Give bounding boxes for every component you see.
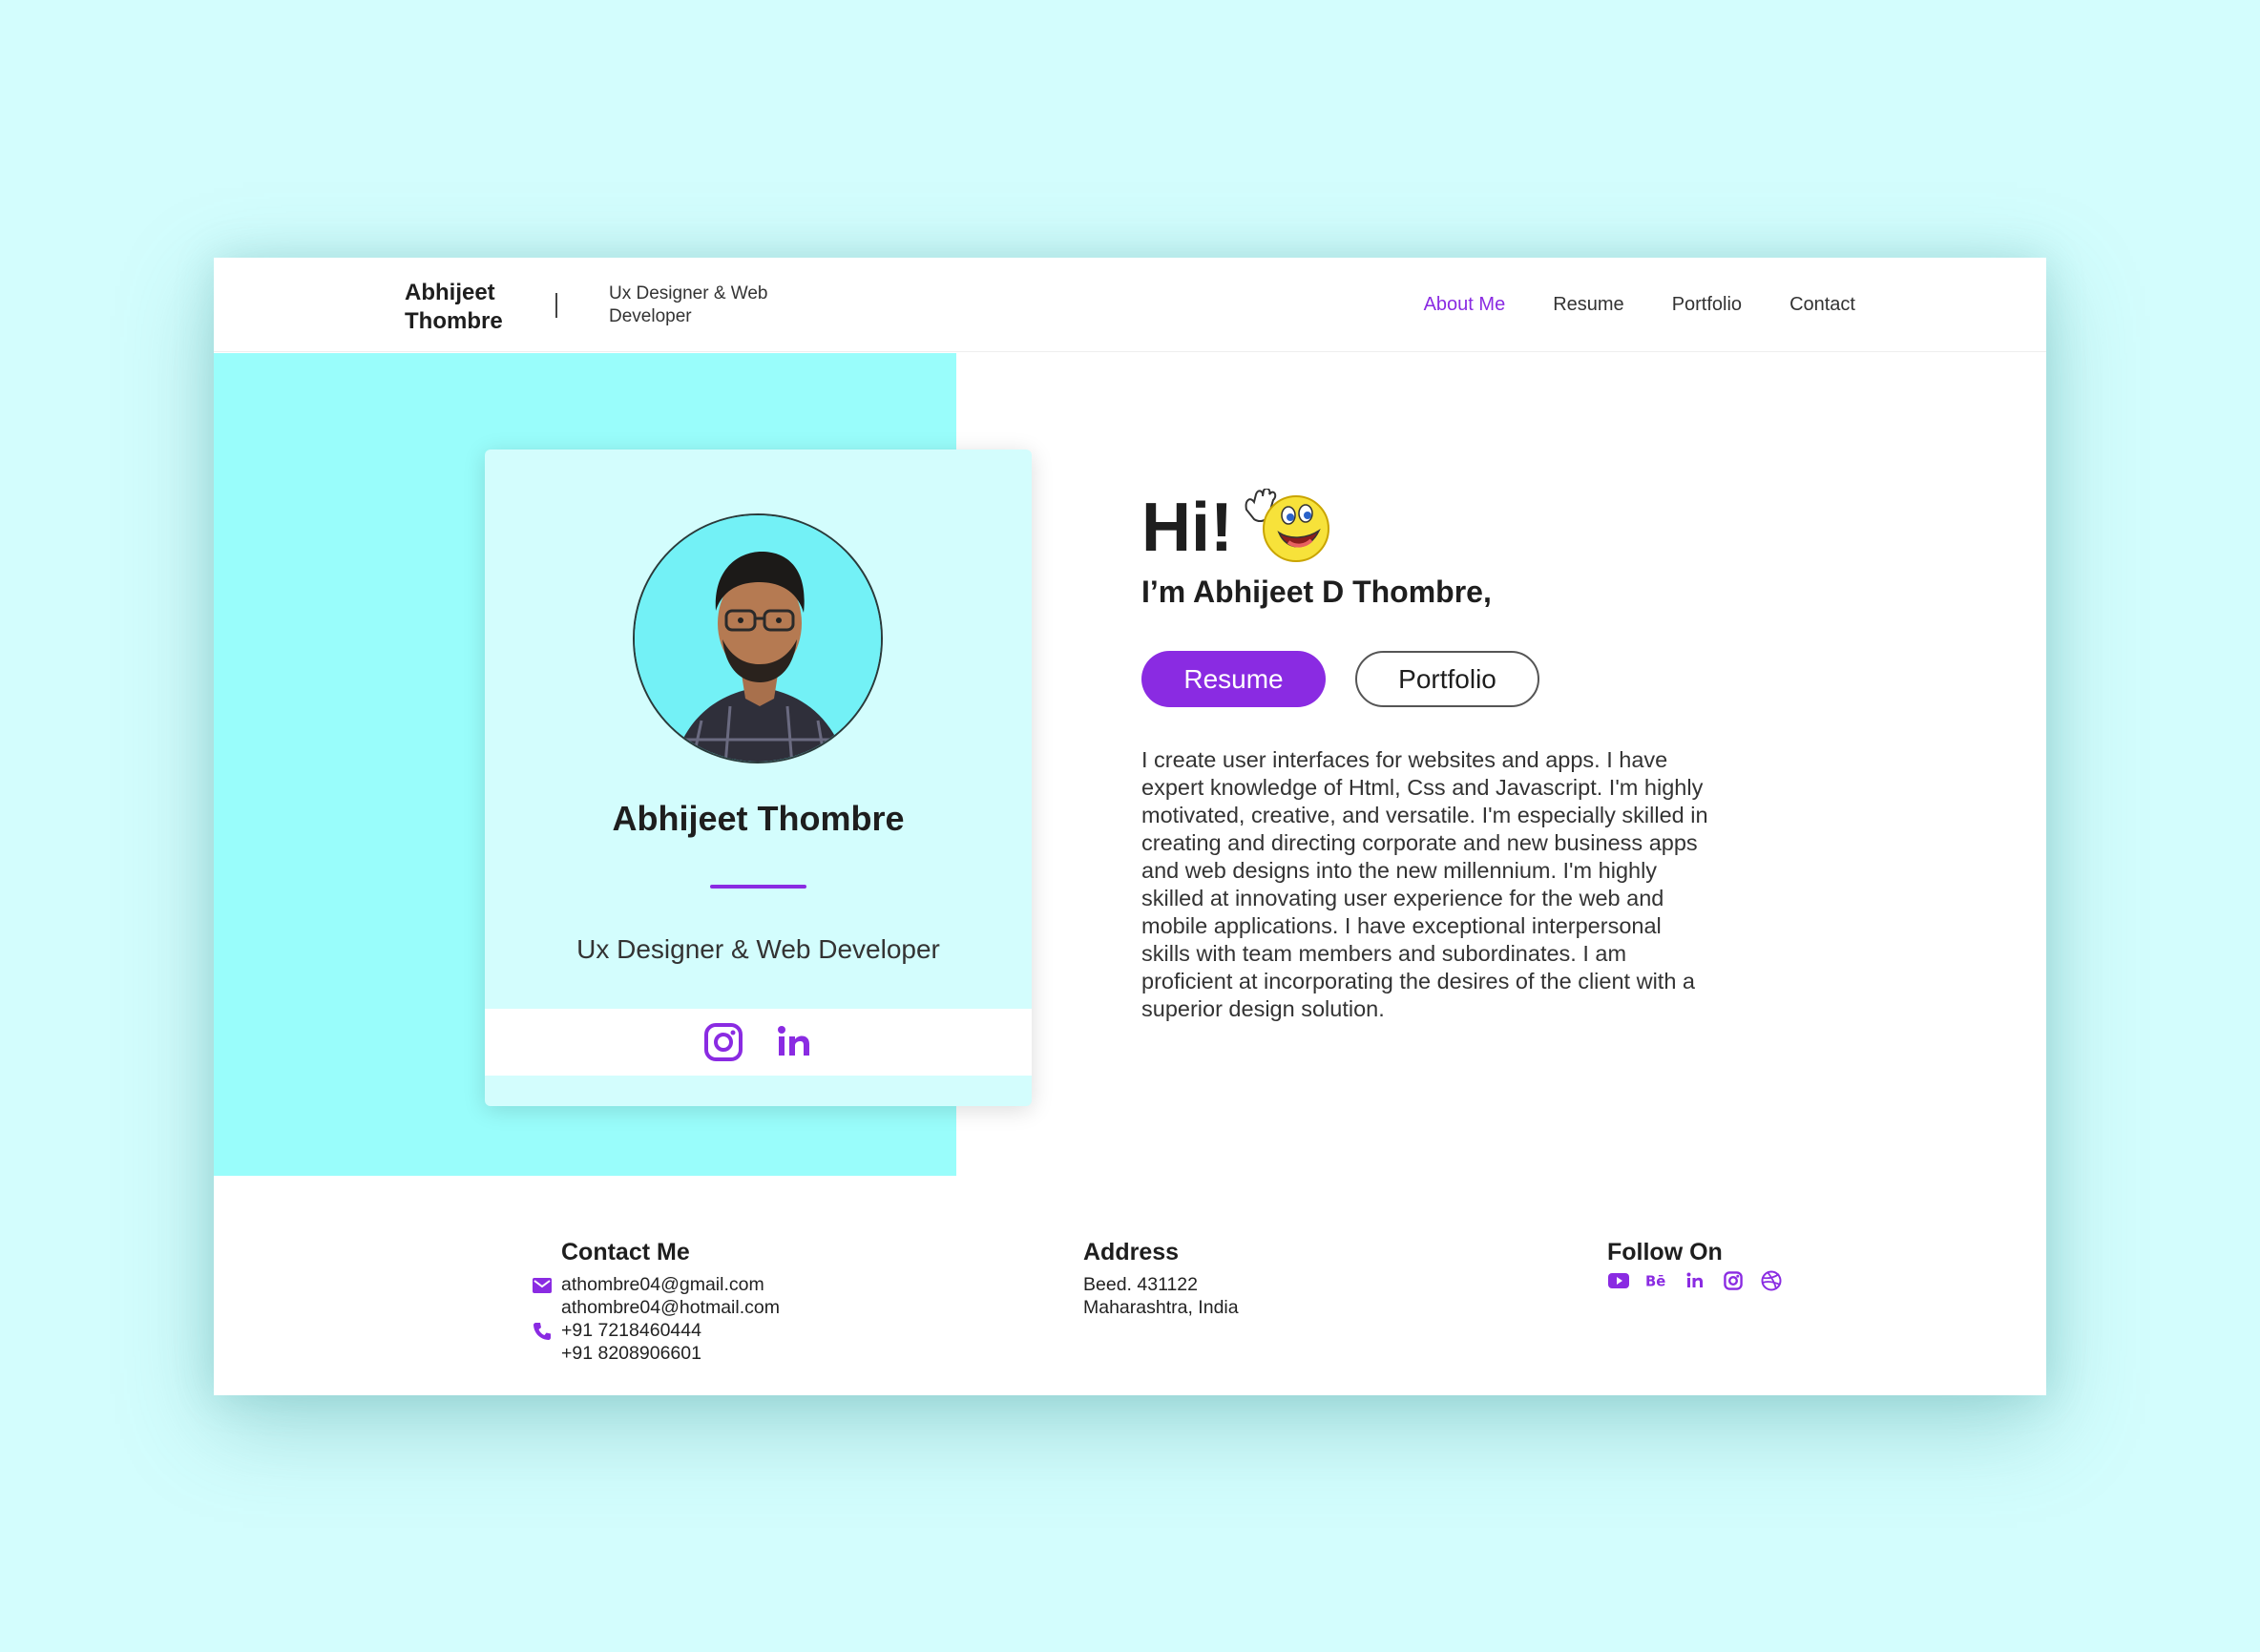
main-nav: About Me Resume Portfolio Contact <box>1424 292 1855 317</box>
brand-separator <box>555 293 557 318</box>
waving-smiley-icon <box>1241 487 1332 565</box>
resume-button[interactable]: Resume <box>1141 651 1326 707</box>
card-divider <box>710 885 806 889</box>
linkedin-icon[interactable] <box>1684 1269 1706 1292</box>
instagram-icon[interactable] <box>1722 1269 1745 1292</box>
nav-item-resume[interactable]: Resume <box>1553 292 1623 317</box>
dribbble-icon[interactable] <box>1760 1269 1783 1292</box>
intro-text: I’m Abhijeet D Thombre, <box>1141 575 1492 609</box>
address-heading: Address <box>1083 1239 1180 1265</box>
nav-item-about-me[interactable]: About Me <box>1424 292 1506 317</box>
phone-icon <box>532 1321 553 1342</box>
address-line-2: Maharashtra, India <box>1083 1297 1239 1318</box>
behance-icon[interactable]: Bē <box>1645 1269 1668 1292</box>
card-role: Ux Designer & Web Developer <box>576 934 940 964</box>
card-social-bar <box>485 1009 1032 1076</box>
nav-item-contact[interactable]: Contact <box>1789 292 1855 317</box>
profile-card: Abhijeet Thombre Ux Designer & Web Devel… <box>485 450 1032 1106</box>
email-secondary[interactable]: athombre04@hotmail.com <box>561 1296 780 1319</box>
greeting-heading: Hi! <box>1141 490 1233 566</box>
linkedin-icon[interactable] <box>773 1021 815 1063</box>
contact-heading: Contact Me <box>561 1239 690 1265</box>
phone-primary[interactable]: +91 7218460444 <box>561 1319 701 1342</box>
email-primary[interactable]: athombre04@gmail.com <box>561 1273 764 1296</box>
brand-name[interactable]: Abhijeet Thombre <box>405 279 519 336</box>
instagram-icon[interactable] <box>702 1021 744 1063</box>
svg-text:Bē: Bē <box>1645 1274 1665 1289</box>
portfolio-button[interactable]: Portfolio <box>1355 651 1539 707</box>
follow-icons: Bē <box>1607 1269 1783 1292</box>
bio-paragraph: I create user interfaces for websites an… <box>1141 747 1708 1021</box>
nav-item-portfolio[interactable]: Portfolio <box>1672 292 1742 317</box>
phone-secondary[interactable]: +91 8208906601 <box>561 1342 701 1365</box>
address-line-1: Beed. 431122 <box>1083 1274 1198 1295</box>
youtube-icon[interactable] <box>1607 1269 1630 1292</box>
mail-icon <box>532 1275 553 1296</box>
follow-heading: Follow On <box>1607 1239 1723 1265</box>
portfolio-window: Abhijeet Thombre Ux Designer & Web Devel… <box>214 258 2046 1395</box>
avatar <box>633 513 883 763</box>
brand-role: Ux Designer & Web Developer <box>609 283 768 326</box>
site-header: Abhijeet Thombre Ux Designer & Web Devel… <box>214 258 2046 352</box>
card-name: Abhijeet Thombre <box>612 799 905 838</box>
